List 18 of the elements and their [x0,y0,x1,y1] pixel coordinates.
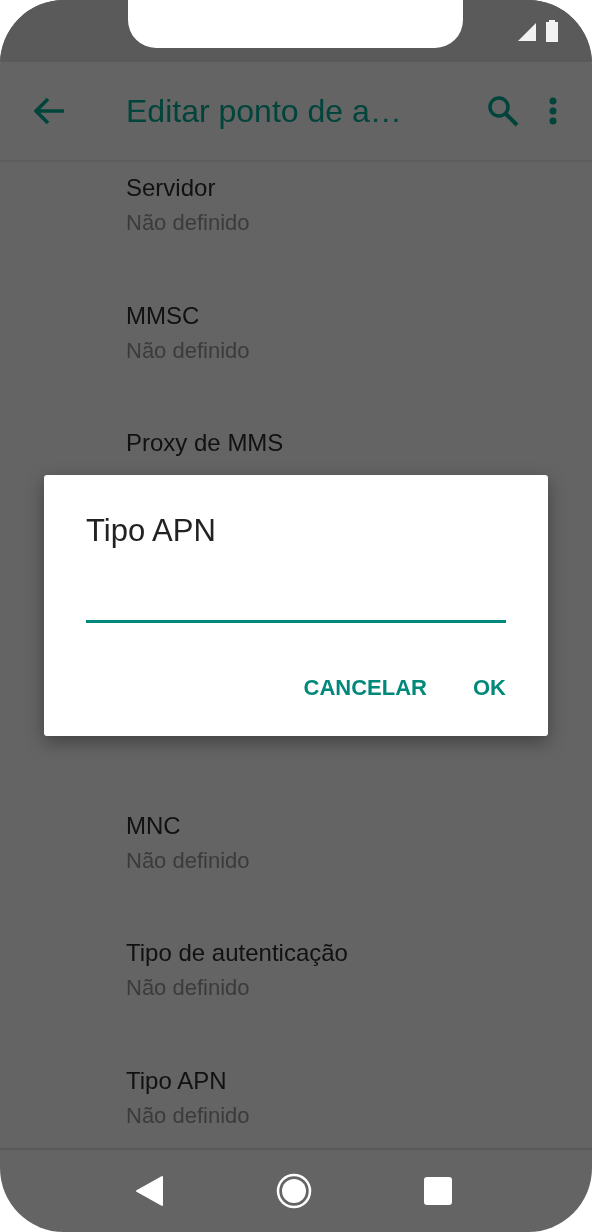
signal-icon [518,23,536,41]
home-icon[interactable] [276,1173,312,1209]
ok-button[interactable]: OK [455,667,524,709]
setting-title: MNC [126,811,182,840]
battery-icon [546,20,558,42]
setting-title: Tipo de autenticação [126,939,349,967]
dialog-title: Tipo APN [86,512,217,550]
cancel-button[interactable]: CANCELAR [285,667,445,709]
back-arrow-icon[interactable] [34,97,66,125]
setting-title: MMSC [126,301,201,330]
setting-title: Servidor [126,174,217,202]
search-icon[interactable] [487,95,519,127]
setting-title: Proxy de MMS [126,429,285,457]
more-options-icon[interactable] [549,97,557,125]
back-icon[interactable] [136,1176,164,1206]
toolbar-title: Editar ponto de a… [126,92,403,130]
setting-title: Tipo APN [126,1066,228,1095]
recents-icon[interactable] [424,1177,452,1205]
